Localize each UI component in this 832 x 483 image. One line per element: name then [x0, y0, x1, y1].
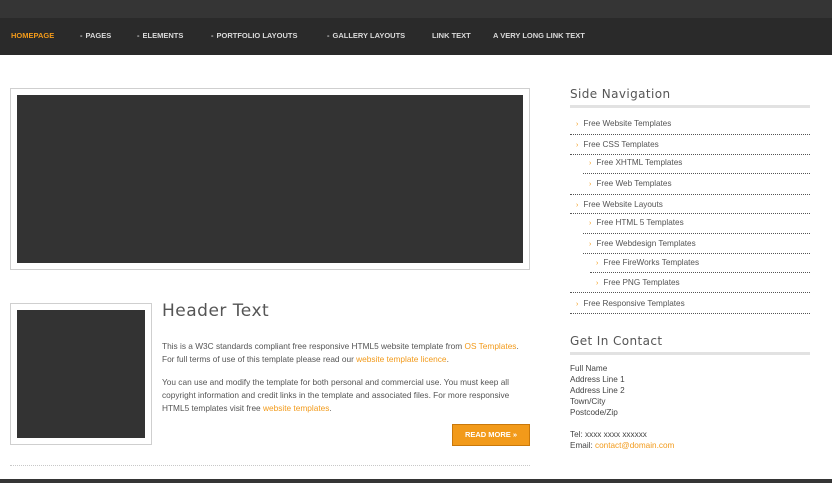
divider: [583, 253, 810, 254]
contact-address-line-2: Address Line 2: [570, 386, 625, 395]
side-item-free-website-templates[interactable]: › Free Website Templates: [576, 119, 671, 128]
footer-strip: [0, 479, 832, 483]
heading-rule: [570, 352, 810, 355]
featured-slider: [10, 88, 530, 270]
heading-rule: [570, 105, 810, 108]
article-thumbnail: [10, 303, 152, 445]
website-templates-link[interactable]: website templates: [263, 403, 329, 413]
contact-town: Town/City: [570, 397, 606, 406]
arrow-icon: ›: [589, 181, 592, 188]
contact-tel: Tel: xxxx xxxx xxxxxx: [570, 430, 647, 439]
side-item-free-website-layouts[interactable]: › Free Website Layouts: [576, 200, 663, 209]
arrow-icon: ›: [576, 121, 579, 128]
email-link[interactable]: contact@domain.com: [595, 441, 674, 450]
side-navigation-heading: Side Navigation: [570, 87, 671, 101]
nav-link-text[interactable]: LINK TEXT: [432, 31, 471, 40]
divider: [583, 173, 810, 174]
arrow-icon: ›: [576, 301, 579, 308]
nav-label: A VERY LONG LINK TEXT: [493, 31, 585, 40]
contact-address-line-1: Address Line 1: [570, 375, 625, 384]
main-nav: HOMEPAGE - PAGES - ELEMENTS - PORTFOLIO LAY…: [0, 18, 832, 55]
text: This is a W3C standards compliant free r…: [162, 341, 465, 351]
nav-dash: -: [137, 31, 140, 40]
side-item-free-xhtml-templates[interactable]: › Free XHTML Templates: [589, 158, 682, 167]
nav-dash: -: [211, 31, 214, 40]
side-item-free-responsive-templates[interactable]: › Free Responsive Templates: [576, 299, 685, 308]
side-item-free-web-templates[interactable]: › Free Web Templates: [589, 179, 672, 188]
nav-pages[interactable]: - PAGES: [80, 31, 111, 40]
article-paragraph-2: You can use and modify the template for …: [162, 376, 530, 415]
text: You can use and modify the template for …: [162, 377, 510, 413]
arrow-icon: ›: [596, 260, 599, 267]
side-item-label: Free Webdesign Templates: [596, 239, 696, 248]
contact-address: Full Name Address Line 1 Address Line 2 …: [570, 363, 674, 451]
nav-elements[interactable]: - ELEMENTS: [137, 31, 183, 40]
side-item-free-fireworks-templates[interactable]: › Free FireWorks Templates: [596, 258, 699, 267]
nav-homepage[interactable]: HOMEPAGE: [11, 31, 54, 40]
text: .: [446, 354, 449, 364]
side-item-label: Free FireWorks Templates: [603, 258, 700, 267]
arrow-icon: ›: [576, 202, 579, 209]
side-item-label: Free HTML 5 Templates: [596, 218, 684, 227]
side-item-label: Free Website Templates: [583, 119, 672, 128]
article-paragraph-1: This is a W3C standards compliant free r…: [162, 340, 530, 366]
nav-label: PORTFOLIO LAYOUTS: [216, 31, 298, 40]
thumbnail-image-placeholder: [17, 310, 145, 438]
contact-postcode: Postcode/Zip: [570, 408, 618, 417]
nav-label: ELEMENTS: [142, 31, 184, 40]
nav-label: PAGES: [85, 31, 112, 40]
side-item-free-png-templates[interactable]: › Free PNG Templates: [596, 278, 680, 287]
contact-name: Full Name: [570, 364, 608, 373]
side-item-free-webdesign-templates[interactable]: › Free Webdesign Templates: [589, 239, 696, 248]
contact-spacer: [570, 418, 674, 429]
top-strip: [0, 0, 832, 18]
read-more-button[interactable]: READ MORE »: [452, 424, 530, 446]
licence-link[interactable]: website template licence: [356, 354, 446, 364]
divider: [590, 272, 810, 273]
email-label: Email:: [570, 441, 596, 450]
divider: [570, 154, 810, 155]
os-templates-link[interactable]: OS Templates: [465, 341, 517, 351]
article-divider: [10, 465, 530, 466]
nav-portfolio-layouts[interactable]: - PORTFOLIO LAYOUTS: [211, 31, 297, 40]
side-item-free-html5-templates[interactable]: › Free HTML 5 Templates: [589, 218, 684, 227]
divider: [570, 134, 810, 135]
divider: [570, 213, 810, 214]
article-title: Header Text: [162, 301, 270, 321]
contact-email-row: Email: contact@domain.com: [570, 440, 674, 451]
nav-gallery-layouts[interactable]: - GALLERY LAYOUTS: [327, 31, 405, 40]
arrow-icon: ›: [589, 241, 592, 248]
arrow-icon: ›: [589, 160, 592, 167]
side-item-label: Free Web Templates: [596, 179, 672, 188]
nav-label: HOMEPAGE: [11, 31, 55, 40]
arrow-icon: ›: [576, 142, 579, 149]
nav-long-link-text[interactable]: A VERY LONG LINK TEXT: [493, 31, 585, 40]
divider: [570, 194, 810, 195]
divider: [583, 233, 810, 234]
side-item-label: Free Website Layouts: [583, 200, 663, 209]
side-item-label: Free XHTML Templates: [596, 158, 683, 167]
divider: [570, 313, 810, 314]
divider: [570, 292, 810, 293]
arrow-icon: ›: [589, 220, 592, 227]
nav-dash: -: [327, 31, 330, 40]
nav-label: GALLERY LAYOUTS: [332, 31, 406, 40]
side-item-label: Free Responsive Templates: [583, 299, 685, 308]
get-in-contact-heading: Get In Contact: [570, 334, 663, 348]
arrow-icon: ›: [596, 280, 599, 287]
slider-image-placeholder: [17, 95, 523, 263]
side-item-label: Free CSS Templates: [583, 140, 659, 149]
side-item-label: Free PNG Templates: [603, 278, 680, 287]
nav-label: LINK TEXT: [432, 31, 471, 40]
side-item-free-css-templates[interactable]: › Free CSS Templates: [576, 140, 659, 149]
nav-dash: -: [80, 31, 83, 40]
text: .: [329, 403, 332, 413]
